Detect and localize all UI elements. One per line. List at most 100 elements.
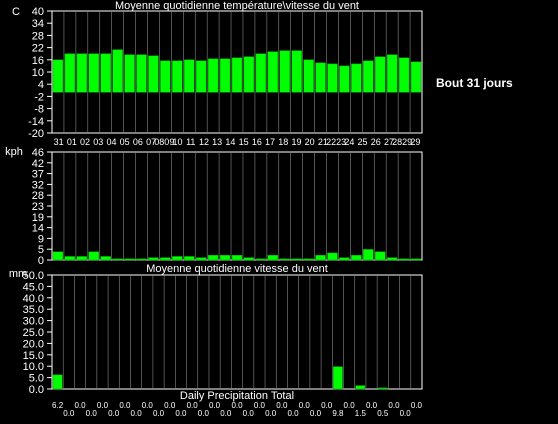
precip-value-label: 0.0 xyxy=(243,409,255,418)
precip-value-label: 0.0 xyxy=(86,409,98,418)
precip-value-label: 0.0 xyxy=(74,401,86,410)
data-bar xyxy=(267,255,279,261)
x-tick-label: 11 xyxy=(186,137,195,147)
x-tick-label: 02 xyxy=(80,137,90,147)
precip-value-label: 0.0 xyxy=(164,401,176,410)
chart-title: Moyenne quotidienne température\vitesse … xyxy=(115,0,359,12)
data-bar xyxy=(327,252,338,261)
y-tick-label: -14 xyxy=(28,116,44,128)
data-bar xyxy=(100,256,111,261)
data-bar xyxy=(410,258,422,261)
data-bar xyxy=(112,49,123,93)
data-bar xyxy=(375,251,386,261)
data-bar xyxy=(124,54,135,93)
data-bar xyxy=(160,257,171,261)
y-tick-label: -8 xyxy=(34,104,44,116)
data-bar xyxy=(267,51,279,93)
data-bar xyxy=(160,60,171,93)
data-bar xyxy=(386,257,398,261)
data-bar xyxy=(255,53,267,93)
x-tick-label: 03 xyxy=(93,137,103,147)
data-bar xyxy=(184,59,195,93)
x-tick-label: 16 xyxy=(252,137,262,147)
unit-label: C xyxy=(12,6,20,18)
data-bar xyxy=(219,58,231,93)
data-bar xyxy=(363,249,374,261)
precip-value-label: 0.0 xyxy=(299,401,311,410)
data-bar xyxy=(88,251,99,261)
data-bar xyxy=(172,256,183,261)
precip-value-label: 0.0 xyxy=(321,401,333,410)
x-tick-label: 24 xyxy=(344,137,354,147)
data-bar xyxy=(375,56,386,93)
data-bar xyxy=(52,251,64,261)
x-tick-label: 12 xyxy=(199,137,209,147)
y-tick-label: 25.0 xyxy=(23,327,44,339)
data-bar xyxy=(136,258,147,261)
y-tick-label: 28 xyxy=(32,30,44,42)
precip-value-label: 0.0 xyxy=(388,401,400,410)
data-bar xyxy=(410,61,422,93)
precip-value-label: 0.0 xyxy=(231,401,243,410)
data-bar xyxy=(351,63,362,93)
x-tick-label: 29 xyxy=(410,137,420,147)
precip-value-label: 0.0 xyxy=(63,409,75,418)
period-label: Bout 31 jours xyxy=(436,76,513,90)
data-bar xyxy=(243,56,255,93)
y-tick-label: 50.0 xyxy=(23,270,44,282)
precip-value-label: 0.5 xyxy=(377,409,389,418)
data-bar xyxy=(64,256,76,261)
x-tick-label: 05 xyxy=(120,137,130,147)
data-bar xyxy=(333,366,343,390)
y-tick-label: 0 xyxy=(38,255,44,267)
data-bar xyxy=(398,258,410,261)
precip-value-label: 0.0 xyxy=(108,409,120,418)
y-tick-label: 40 xyxy=(32,6,44,18)
y-tick-label: 45.0 xyxy=(23,281,44,293)
data-bar xyxy=(207,255,219,261)
precip-value-label: 0.0 xyxy=(97,401,109,410)
precip-value-label: 1.5 xyxy=(355,409,367,418)
x-tick-label: 06 xyxy=(133,137,143,147)
data-bar xyxy=(148,55,159,93)
data-bar xyxy=(279,50,290,93)
x-tick-label: 18 xyxy=(278,137,288,147)
x-tick-label: 25 xyxy=(358,137,368,147)
precip-value-label: 0.0 xyxy=(411,401,423,410)
y-tick-label: 22 xyxy=(32,43,44,55)
unit-label: kph xyxy=(5,146,23,158)
y-tick-label: 34 xyxy=(32,18,44,30)
y-tick-label: 4 xyxy=(38,79,44,91)
x-tick-label: 2223 xyxy=(326,137,346,147)
data-bar xyxy=(363,60,374,93)
x-tick-label: 01 xyxy=(67,137,77,147)
x-tick-label: 31 xyxy=(54,137,64,147)
data-bar xyxy=(207,58,219,93)
x-tick-label: 0809 xyxy=(154,137,174,147)
plot-frame xyxy=(51,274,423,390)
precip-value-label: 0.0 xyxy=(153,409,165,418)
y-tick-label: 10.0 xyxy=(23,361,44,373)
precip-value-label: 0.0 xyxy=(254,401,266,410)
precip-value-label: 0.0 xyxy=(220,409,232,418)
data-bar xyxy=(231,57,243,93)
data-bar xyxy=(172,60,183,93)
precip-value-label: 0.0 xyxy=(366,401,378,410)
data-bar xyxy=(243,257,255,261)
data-bar xyxy=(124,258,135,261)
data-bar xyxy=(355,385,366,390)
data-bar xyxy=(386,54,398,93)
precip-value-label: 0.0 xyxy=(344,401,356,410)
data-bar xyxy=(136,54,147,93)
data-bar xyxy=(279,258,290,261)
data-bar xyxy=(315,62,326,93)
precip-value-label: 0.0 xyxy=(198,409,210,418)
precip-value-label: 0.0 xyxy=(175,409,187,418)
data-bar xyxy=(52,374,63,390)
y-tick-label: 5.0 xyxy=(29,373,44,385)
data-bar xyxy=(255,258,267,261)
y-tick-label: 16 xyxy=(32,55,44,67)
data-bar xyxy=(398,57,410,93)
y-tick-label: 10 xyxy=(32,67,44,79)
precip-value-label: 0.0 xyxy=(287,409,299,418)
